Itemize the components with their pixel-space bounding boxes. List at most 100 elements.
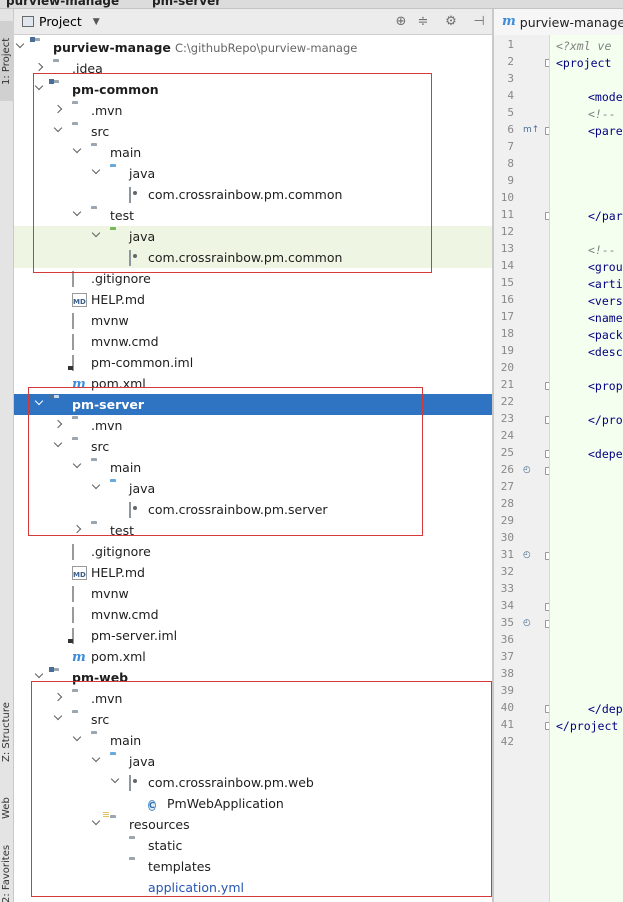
tree-node[interactable]: mvnw xyxy=(14,310,492,331)
implemented-icon[interactable]: ◴ xyxy=(523,550,531,560)
chevron-down-icon[interactable] xyxy=(92,482,102,494)
tree-node[interactable]: .gitignore xyxy=(14,541,492,562)
chevron-right-icon[interactable] xyxy=(54,692,64,704)
chevron-down-icon[interactable] xyxy=(73,146,83,158)
gear-icon[interactable]: ⚙ xyxy=(444,15,458,29)
implemented-icon[interactable]: ◴ xyxy=(523,465,531,475)
source-folder-icon xyxy=(110,755,124,768)
tree-node[interactable]: com.crossrainbow.pm.server xyxy=(14,499,492,520)
breadcrumb-module[interactable]: pm-server xyxy=(152,0,221,8)
tree-node[interactable]: test xyxy=(14,520,492,541)
test-folder-icon xyxy=(110,230,124,243)
tree-node-label: java xyxy=(129,481,156,496)
chevron-down-icon[interactable] xyxy=(35,83,45,95)
tree-node[interactable]: main xyxy=(14,142,492,163)
tree-node[interactable]: m pom.xml xyxy=(14,373,492,394)
tree-node[interactable]: C PmWebApplication xyxy=(14,793,492,814)
chevron-down-icon[interactable] xyxy=(73,734,83,746)
tree-node[interactable]: src xyxy=(14,121,492,142)
tree-node-label: pm-web xyxy=(72,670,129,685)
chevron-right-icon[interactable] xyxy=(73,524,83,536)
tree-node[interactable]: com.crossrainbow.pm.common xyxy=(14,184,492,205)
tree-node[interactable]: java xyxy=(14,478,492,499)
tree-node-label: pm-common.iml xyxy=(91,355,194,370)
chevron-down-icon[interactable] xyxy=(54,440,64,452)
chevron-down-icon[interactable] xyxy=(16,41,26,53)
collapse-icon[interactable]: ≑ xyxy=(416,15,430,29)
editor-gutter[interactable]: 1 2 3 4 5 6 7 8 9 10 11 12 13 14 15 16 17 18 19 20 21 22 23 24 2… xyxy=(494,35,550,902)
line-number: 32 xyxy=(500,565,514,578)
tree-node[interactable]: pm-common xyxy=(14,79,492,100)
tree-node[interactable]: .mvn xyxy=(14,688,492,709)
tree-node[interactable]: resources xyxy=(14,814,492,835)
chevron-down-icon[interactable] xyxy=(73,461,83,473)
tree-node[interactable]: src xyxy=(14,436,492,457)
web-tool-tab[interactable]: Web xyxy=(0,784,14,834)
line-number: 6 xyxy=(507,123,514,136)
tree-node[interactable]: purview-manage C:\githubRepo\purview-mana… xyxy=(14,37,492,58)
code-area[interactable]: <?xml ve <project <mode <!-- <pare </par <!-- <… xyxy=(550,35,623,902)
chevron-down-icon[interactable] xyxy=(92,167,102,179)
tree-node[interactable]: src xyxy=(14,709,492,730)
tree-node[interactable]: .idea xyxy=(14,58,492,79)
favorites-tool-tab[interactable]: 2: Favorites xyxy=(0,845,14,902)
tree-node[interactable]: MD HELP.md xyxy=(14,289,492,310)
tree-node[interactable]: MD HELP.md xyxy=(14,562,492,583)
tree-node[interactable]: pm-server.iml xyxy=(14,625,492,646)
tree-node[interactable]: pm-web xyxy=(14,667,492,688)
tree-node-label: mvnw.cmd xyxy=(91,607,159,622)
line-number: 25 xyxy=(500,446,514,459)
chevron-down-icon[interactable] xyxy=(92,755,102,767)
implemented-icon[interactable]: ◴ xyxy=(523,618,531,628)
chevron-down-icon[interactable] xyxy=(111,776,121,788)
line-number: 8 xyxy=(507,157,514,170)
tree-node[interactable]: test xyxy=(14,205,492,226)
code-line: <depe xyxy=(588,447,623,461)
code-line: <prop xyxy=(588,379,623,393)
tree-node-label: main xyxy=(110,145,142,160)
tree-node-label: com.crossrainbow.pm.server xyxy=(148,502,328,517)
tree-node[interactable]: pm-server xyxy=(14,394,492,415)
line-number: 3 xyxy=(507,72,514,85)
chevron-right-icon[interactable] xyxy=(54,104,64,116)
project-view-selector[interactable]: Project ▼ xyxy=(22,14,100,29)
hide-icon[interactable]: ⊣ xyxy=(472,15,486,29)
tree-node[interactable]: com.crossrainbow.pm.web xyxy=(14,772,492,793)
tree-node[interactable]: main xyxy=(14,730,492,751)
tree-node[interactable]: application.yml xyxy=(14,877,492,898)
structure-tool-tab[interactable]: Z: Structure xyxy=(0,684,14,764)
chevron-down-icon[interactable] xyxy=(54,713,64,725)
tree-node[interactable]: java xyxy=(14,226,492,247)
tree-node[interactable]: mvnw.cmd xyxy=(14,331,492,352)
tree-node[interactable]: static xyxy=(14,835,492,856)
tree-node[interactable]: com.crossrainbow.pm.common xyxy=(14,247,492,268)
tree-node[interactable]: main xyxy=(14,457,492,478)
tree-node[interactable]: pm-common.iml xyxy=(14,352,492,373)
chevron-down-icon[interactable] xyxy=(92,230,102,242)
chevron-down-icon[interactable] xyxy=(35,398,45,410)
chevron-right-icon[interactable] xyxy=(35,62,45,74)
tree-node[interactable]: m pom.xml xyxy=(14,646,492,667)
override-icon[interactable]: m↑ xyxy=(523,125,539,135)
crosshair-icon[interactable]: ⊕ xyxy=(394,15,408,29)
tree-node[interactable]: .mvn xyxy=(14,415,492,436)
tree-node[interactable]: mvnw xyxy=(14,583,492,604)
code-line: <arti xyxy=(588,277,623,291)
tree-node-label: java xyxy=(129,229,156,244)
breadcrumb-project[interactable]: purview-manage xyxy=(6,0,119,8)
tree-node[interactable]: .gitignore xyxy=(14,268,492,289)
folder-icon xyxy=(72,125,86,138)
chevron-down-icon[interactable] xyxy=(54,125,64,137)
tree-node[interactable]: java xyxy=(14,163,492,184)
file-icon xyxy=(72,586,86,602)
chevron-down-icon[interactable] xyxy=(92,818,102,830)
tree-node[interactable]: mvnw.cmd xyxy=(14,604,492,625)
chevron-down-icon[interactable] xyxy=(73,209,83,221)
chevron-right-icon[interactable] xyxy=(54,419,64,431)
editor-tab-pom[interactable]: m purview-manage xyxy=(494,9,623,35)
tree-node[interactable]: templates xyxy=(14,856,492,877)
project-tool-tab[interactable]: 1: Project xyxy=(0,21,14,101)
chevron-down-icon[interactable] xyxy=(35,671,45,683)
tree-node[interactable]: java xyxy=(14,751,492,772)
tree-node[interactable]: .mvn xyxy=(14,100,492,121)
